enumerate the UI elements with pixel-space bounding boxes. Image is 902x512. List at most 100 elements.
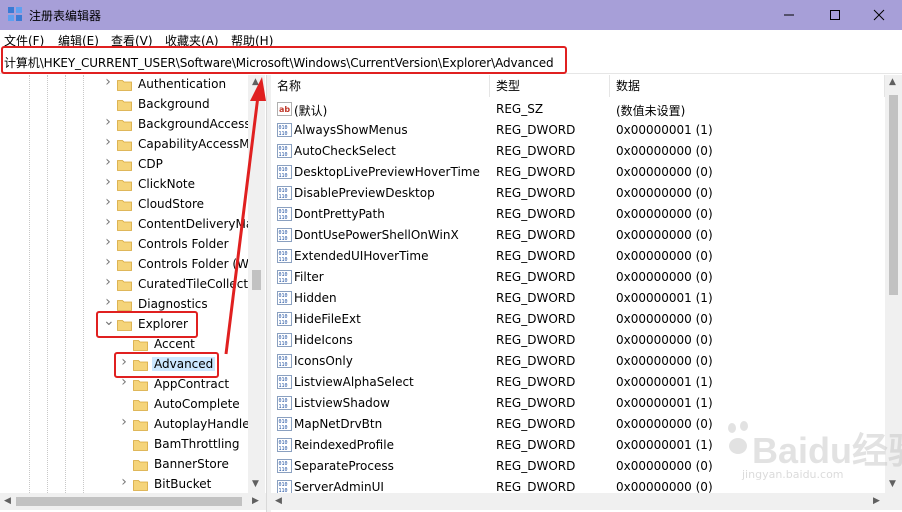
- chevron-right-icon[interactable]: ›: [103, 155, 113, 169]
- minimize-icon: [784, 14, 794, 16]
- minimize-button[interactable]: [766, 0, 812, 30]
- value-name: DontUsePowerShellOnWinX: [294, 228, 459, 242]
- tree-hscroll-thumb[interactable]: [16, 497, 242, 506]
- tree-item[interactable]: › Controls Folder: [0, 235, 248, 255]
- value-row[interactable]: 010 110 DisablePreviewDesktop REG_DWORD 0x00…: [271, 183, 885, 204]
- value-data: 0x00000001 (1): [616, 396, 713, 410]
- chevron-right-icon[interactable]: ›: [103, 295, 113, 309]
- value-type: REG_DWORD: [496, 270, 576, 284]
- tree-item-label: ContentDeliveryMa: [138, 217, 254, 231]
- value-type: REG_DWORD: [496, 165, 576, 179]
- tree-item[interactable]: BannerStore: [0, 455, 248, 475]
- folder-icon: [117, 178, 132, 191]
- tree-vertical-scrollbar[interactable]: ▲ ▼: [248, 75, 265, 493]
- value-data: 0x00000000 (0): [616, 144, 713, 158]
- chevron-right-icon[interactable]: ›: [103, 275, 113, 289]
- tree-scroll-thumb[interactable]: [252, 270, 261, 290]
- binary-value-icon: 010 110: [277, 270, 292, 284]
- scroll-down-icon[interactable]: ▼: [252, 479, 259, 489]
- value-type: REG_SZ: [496, 102, 544, 116]
- tree-item[interactable]: › ClickNote: [0, 175, 248, 195]
- value-name: Hidden: [294, 291, 337, 305]
- value-row[interactable]: 010 110 IconsOnly REG_DWORD 0x00000000 (0): [271, 351, 885, 372]
- chevron-right-icon[interactable]: ›: [103, 135, 113, 149]
- svg-text:110: 110: [279, 152, 288, 158]
- folder-icon: [117, 218, 132, 231]
- tree-item[interactable]: › CloudStore: [0, 195, 248, 215]
- close-button[interactable]: [856, 0, 902, 30]
- chevron-right-icon[interactable]: ›: [103, 195, 113, 209]
- tree-item[interactable]: › CDP: [0, 155, 248, 175]
- chevron-right-icon[interactable]: ›: [103, 255, 113, 269]
- value-row[interactable]: 010 110 HideIcons REG_DWORD 0x00000000 (0): [271, 330, 885, 351]
- binary-value-icon: 010 110: [277, 459, 292, 473]
- value-name: AlwaysShowMenus: [294, 123, 408, 137]
- value-name: ListviewShadow: [294, 396, 390, 410]
- scroll-right-icon[interactable]: ▶: [873, 496, 880, 506]
- binary-value-icon: 010 110: [277, 354, 292, 368]
- title-bar[interactable]: 注册表编辑器: [0, 0, 902, 30]
- column-header-data[interactable]: 数据: [610, 75, 885, 97]
- value-data: 0x00000000 (0): [616, 207, 713, 221]
- binary-value-icon: 010 110: [277, 312, 292, 326]
- values-scroll-thumb[interactable]: [889, 95, 898, 295]
- tree-item[interactable]: › AppContract: [0, 375, 248, 395]
- chevron-right-icon[interactable]: ›: [103, 175, 113, 189]
- tree-item[interactable]: BamThrottling: [0, 435, 248, 455]
- tree-item[interactable]: › ContentDeliveryMa: [0, 215, 253, 235]
- value-row[interactable]: 010 110 DontPrettyPath REG_DWORD 0x00000000 …: [271, 204, 885, 225]
- value-data: 0x00000000 (0): [616, 186, 713, 200]
- tree-item[interactable]: Background: [0, 95, 248, 115]
- column-header-name[interactable]: 名称: [271, 75, 490, 97]
- folder-icon: [117, 158, 132, 171]
- value-row[interactable]: ab (默认) REG_SZ (数值未设置): [271, 99, 885, 120]
- value-row[interactable]: 010 110 Hidden REG_DWORD 0x00000001 (1): [271, 288, 885, 309]
- maximize-icon: [830, 10, 840, 20]
- value-row[interactable]: 010 110 ExtendedUIHoverTime REG_DWORD 0x0000…: [271, 246, 885, 267]
- tree-item[interactable]: AutoComplete: [0, 395, 248, 415]
- tree-item[interactable]: › CapabilityAccessM: [0, 135, 249, 155]
- tree-item[interactable]: › CuratedTileCollecti: [0, 275, 251, 295]
- svg-text:110: 110: [279, 299, 288, 305]
- value-type: REG_DWORD: [496, 438, 576, 452]
- value-row[interactable]: 010 110 Filter REG_DWORD 0x00000000 (0): [271, 267, 885, 288]
- tree-item-label: Authentication: [138, 77, 227, 91]
- chevron-right-icon[interactable]: ›: [103, 115, 113, 129]
- chevron-right-icon[interactable]: ›: [103, 215, 113, 229]
- scroll-up-icon[interactable]: ▲: [252, 77, 259, 87]
- scroll-left-icon[interactable]: ◀: [4, 496, 11, 506]
- scroll-up-icon[interactable]: ▲: [889, 77, 896, 87]
- value-type: REG_DWORD: [496, 207, 576, 221]
- value-row[interactable]: 010 110 ListviewAlphaSelect REG_DWORD 0x0000…: [271, 372, 885, 393]
- chevron-right-icon[interactable]: ›: [103, 235, 113, 249]
- chevron-right-icon[interactable]: ›: [119, 415, 129, 429]
- binary-value-icon: 010 110: [277, 123, 292, 137]
- values-horizontal-scrollbar[interactable]: ◀ ▶: [271, 493, 902, 510]
- tree-item[interactable]: › BackgroundAccess: [0, 115, 250, 135]
- value-data: 0x00000000 (0): [616, 354, 713, 368]
- value-data: 0x00000000 (0): [616, 165, 713, 179]
- value-row[interactable]: 010 110 AutoCheckSelect REG_DWORD 0x00000000…: [271, 141, 885, 162]
- chevron-right-icon[interactable]: ›: [119, 475, 129, 489]
- svg-text:110: 110: [279, 404, 288, 410]
- svg-text:110: 110: [279, 446, 288, 452]
- tree-item[interactable]: › BitBucket: [0, 475, 248, 495]
- tree-item[interactable]: › AutoplayHandle: [0, 415, 249, 435]
- tree-item-label: AutoComplete: [154, 397, 240, 411]
- column-header-type[interactable]: 类型: [490, 75, 610, 97]
- chevron-right-icon[interactable]: ›: [103, 75, 113, 89]
- tree-item[interactable]: › Controls Folder (W: [0, 255, 249, 275]
- value-row[interactable]: 010 110 DesktopLivePreviewHoverTime REG_DWO…: [271, 162, 885, 183]
- scroll-left-icon[interactable]: ◀: [275, 496, 282, 506]
- value-row[interactable]: 010 110 DontUsePowerShellOnWinX REG_DWORD 0x…: [271, 225, 885, 246]
- value-row[interactable]: 010 110 HideFileExt REG_DWORD 0x00000000 (0): [271, 309, 885, 330]
- folder-icon: [133, 378, 148, 391]
- value-data: 0x00000000 (0): [616, 270, 713, 284]
- binary-value-icon: 010 110: [277, 144, 292, 158]
- tree-horizontal-scrollbar[interactable]: ◀ ▶: [0, 493, 266, 510]
- scroll-right-icon[interactable]: ▶: [252, 496, 259, 506]
- maximize-button[interactable]: [812, 0, 858, 30]
- value-row[interactable]: 010 110 AlwaysShowMenus REG_DWORD 0x00000001…: [271, 120, 885, 141]
- tree-item[interactable]: › Authentication: [0, 75, 248, 95]
- key-tree[interactable]: › Authentication Background › BackgroundAcce…: [0, 75, 266, 495]
